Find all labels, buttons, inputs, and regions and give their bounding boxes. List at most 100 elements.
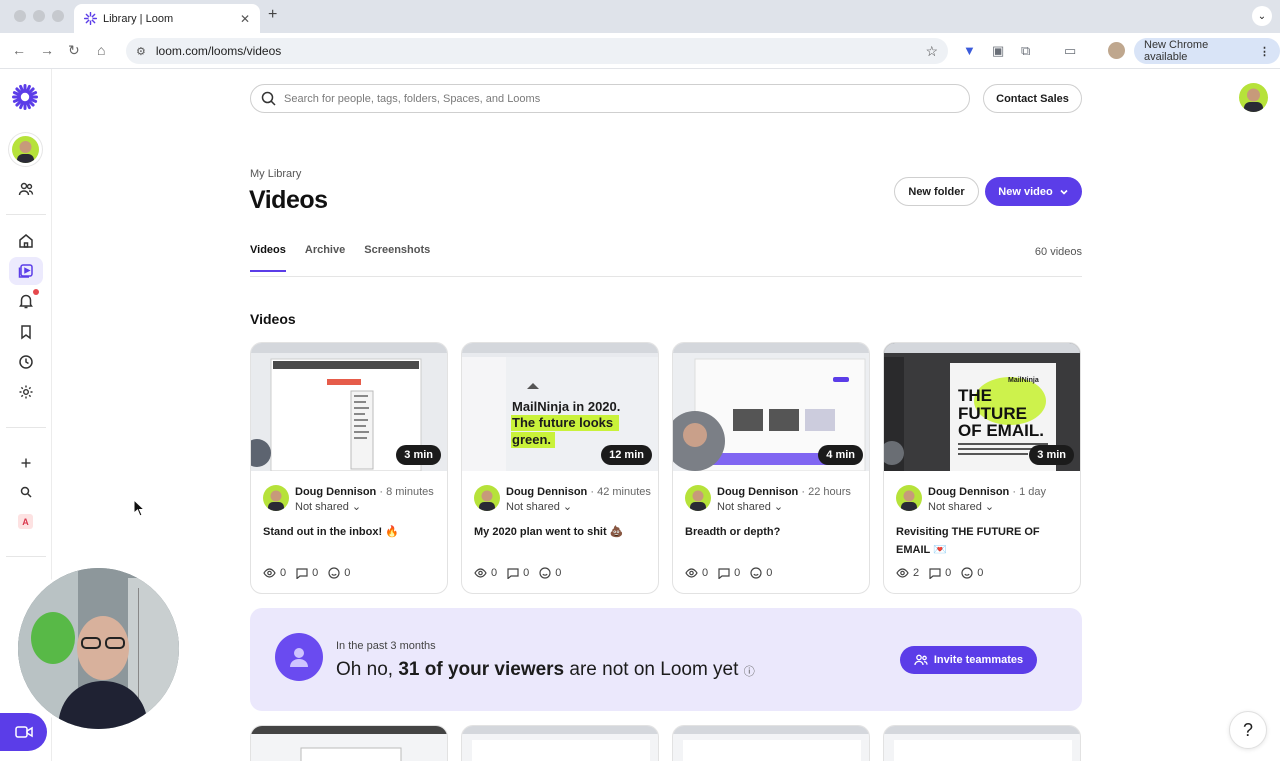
video-title[interactable]: Revisiting THE FUTURE OF EMAIL 💌: [896, 523, 1068, 559]
eye-icon: [474, 568, 487, 578]
video-thumbnail[interactable]: 4 min: [673, 343, 869, 471]
workspace-avatar[interactable]: [12, 136, 39, 163]
video-thumbnail[interactable]: MailNinja in 2020. The future looks gree…: [462, 343, 658, 471]
info-icon[interactable]: ⓘ: [744, 666, 755, 678]
tab-archive[interactable]: Archive: [305, 244, 345, 272]
home-nav-icon[interactable]: [16, 231, 36, 251]
breadcrumb[interactable]: My Library: [250, 168, 301, 180]
video-title[interactable]: My 2020 plan went to shit 💩: [474, 523, 646, 541]
reactions-stat: 0: [328, 567, 350, 579]
video-card[interactable]: MailNinja in 2020. The future looks gree…: [461, 342, 659, 594]
reactions-stat: 0: [750, 567, 772, 579]
sharing-dropdown[interactable]: Not shared ⌄: [717, 500, 783, 513]
new-chrome-button[interactable]: New Chrome available ⋮: [1134, 38, 1280, 64]
tabs-divider: [250, 276, 1082, 277]
window-controls[interactable]: [14, 10, 64, 22]
settings-gear-icon[interactable]: [16, 382, 36, 402]
search-input[interactable]: [284, 92, 924, 105]
comment-icon: [929, 567, 941, 579]
tab-search-chevron-icon[interactable]: ⌄: [1252, 6, 1272, 26]
bookmark-star-icon[interactable]: ☆: [925, 43, 938, 60]
video-time: 22 hours: [808, 486, 851, 498]
browser-tab[interactable]: Library | Loom ✕: [74, 4, 260, 33]
video-card[interactable]: 3 min Doug Dennison · 8 minutes Not shar…: [250, 342, 448, 594]
new-folder-button[interactable]: New folder: [894, 177, 979, 206]
tab-videos[interactable]: Videos: [250, 244, 286, 272]
notifications-bell-icon[interactable]: [16, 289, 39, 311]
home-icon[interactable]: ⌂: [97, 42, 105, 58]
add-icon[interactable]: [16, 453, 36, 473]
reactions-stat: 0: [961, 567, 983, 579]
sharing-label: Not shared: [717, 501, 771, 513]
recent-clock-icon[interactable]: [16, 352, 36, 372]
site-info-icon[interactable]: ⚙: [136, 45, 146, 58]
forward-icon[interactable]: →: [40, 42, 54, 58]
library-nav-icon[interactable]: [9, 257, 43, 285]
author-avatar: [263, 485, 289, 511]
video-thumbnail[interactable]: [883, 725, 1081, 761]
chevron-down-icon: ⌄: [562, 501, 573, 513]
search-bar[interactable]: [250, 84, 970, 113]
smiley-icon: [961, 567, 973, 579]
person-icon: [275, 633, 323, 681]
close-tab-icon[interactable]: ✕: [240, 12, 250, 26]
invite-label: Invite teammates: [933, 654, 1024, 666]
views-stat: 0: [474, 567, 497, 579]
help-button[interactable]: ?: [1229, 711, 1267, 749]
video-thumbnail[interactable]: 3 min: [251, 343, 447, 471]
chevron-down-icon: ⌄: [351, 501, 362, 513]
page-title: Videos: [249, 186, 328, 214]
views-stat: 2: [896, 567, 919, 579]
video-title[interactable]: Stand out in the inbox! 🔥: [263, 523, 435, 541]
author-avatar: [896, 485, 922, 511]
video-card[interactable]: 4 min Doug Dennison · 22 hours Not share…: [672, 342, 870, 594]
video-time: 42 minutes: [597, 486, 651, 498]
author-name[interactable]: Doug Dennison: [506, 486, 587, 498]
contact-sales-button[interactable]: Contact Sales: [983, 84, 1082, 113]
user-avatar[interactable]: [1239, 83, 1268, 112]
bookmark-nav-icon[interactable]: [16, 322, 36, 342]
new-video-button[interactable]: New video: [985, 177, 1082, 206]
video-thumbnail[interactable]: MailNinja THE FUTURE OF EMAIL. 3 min: [884, 343, 1080, 471]
reactions-stat: 0: [539, 567, 561, 579]
url-field[interactable]: ⚙ loom.com/looms/videos ☆: [126, 38, 948, 64]
chrome-menu-icon[interactable]: ⋮: [1259, 45, 1270, 58]
reload-icon[interactable]: ↻: [68, 42, 80, 59]
loom-logo-icon[interactable]: [12, 84, 38, 110]
workspace-badge[interactable]: A: [18, 514, 33, 529]
duration-badge: 3 min: [1029, 445, 1074, 465]
banner-message: Oh no, 31 of your viewers are not on Loo…: [336, 659, 755, 680]
thumb-text-line-1: MailNinja in 2020.: [512, 399, 620, 414]
author-name[interactable]: Doug Dennison: [295, 486, 376, 498]
section-title: Videos: [250, 311, 296, 327]
viewers-banner: In the past 3 months Oh no, 31 of your v…: [250, 608, 1082, 711]
video-thumbnail[interactable]: [461, 725, 659, 761]
chevron-down-icon: ⌄: [984, 501, 995, 513]
new-tab-icon[interactable]: +: [268, 6, 277, 24]
camera-bubble[interactable]: [18, 568, 179, 729]
video-card[interactable]: MailNinja THE FUTURE OF EMAIL. 3 min Dou…: [883, 342, 1081, 594]
thumb-brand: MailNinja: [1008, 377, 1039, 384]
author-name[interactable]: Doug Dennison: [928, 486, 1009, 498]
invite-teammates-button[interactable]: Invite teammates: [900, 646, 1037, 674]
record-button[interactable]: [0, 713, 47, 751]
search-nav-icon[interactable]: [16, 482, 36, 502]
back-icon[interactable]: ←: [12, 42, 26, 58]
extension-screen-icon[interactable]: ▣: [992, 43, 1004, 59]
banner-highlight: 31 of your viewers: [398, 659, 565, 680]
tab-screenshots[interactable]: Screenshots: [364, 244, 430, 272]
chrome-profile-avatar[interactable]: [1108, 42, 1125, 59]
sharing-dropdown[interactable]: Not shared ⌄: [506, 500, 572, 513]
video-thumbnail[interactable]: [672, 725, 870, 761]
sharing-dropdown[interactable]: Not shared ⌄: [928, 500, 994, 513]
extensions-puzzle-icon[interactable]: ⧉: [1021, 43, 1030, 59]
smiley-icon: [539, 567, 551, 579]
author-name[interactable]: Doug Dennison: [717, 486, 798, 498]
duration-badge: 4 min: [818, 445, 863, 465]
video-thumbnail[interactable]: [250, 725, 448, 761]
members-icon[interactable]: [16, 179, 36, 199]
video-title[interactable]: Breadth or depth?: [685, 523, 857, 541]
reading-list-icon[interactable]: ▭: [1064, 43, 1076, 59]
sharing-dropdown[interactable]: Not shared ⌄: [295, 500, 361, 513]
extension-v-icon[interactable]: ▼: [963, 43, 976, 58]
